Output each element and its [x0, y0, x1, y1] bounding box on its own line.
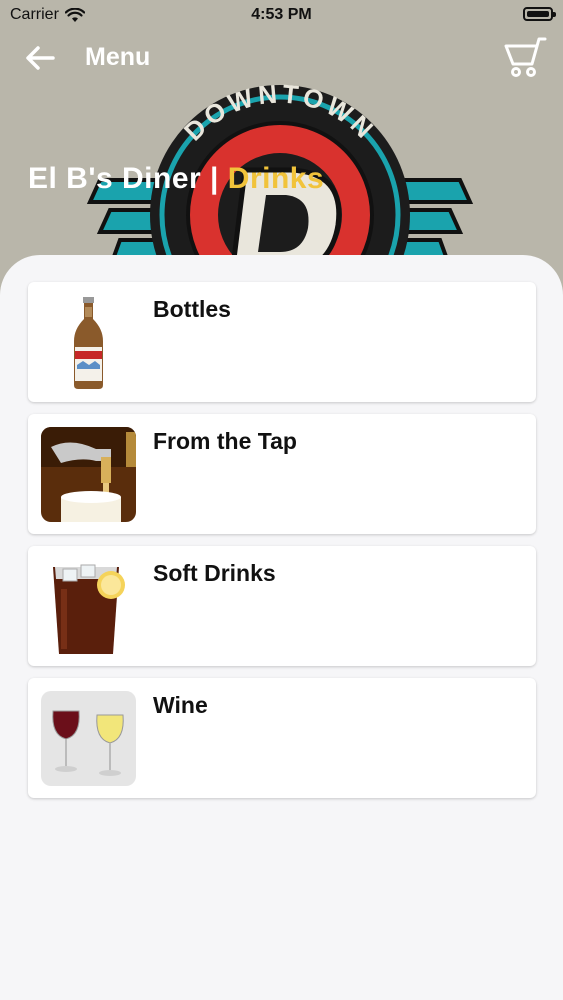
title-separator: |: [210, 162, 219, 195]
soft-drinks-thumbnail: [41, 559, 136, 654]
category-card-wine[interactable]: Wine: [28, 678, 536, 798]
arrow-left-icon: [26, 46, 55, 70]
wine-thumbnail: [41, 691, 136, 786]
top-nav: Menu: [0, 36, 563, 80]
category-card-from-the-tap[interactable]: From the Tap: [28, 414, 536, 534]
status-time: 4:53 PM: [251, 6, 312, 23]
shopping-cart-icon: [504, 37, 547, 77]
back-button[interactable]: [20, 38, 60, 78]
category-card-soft-drinks[interactable]: Soft Drinks: [28, 546, 536, 666]
nav-title: Menu: [85, 43, 151, 71]
status-bar: Carrier 4:53 PM: [0, 0, 563, 30]
category-list: Bottles From the Tap Soft Drinks Wine: [28, 282, 536, 810]
category-label: From the Tap: [153, 428, 297, 454]
category-label: Soft Drinks: [153, 560, 276, 586]
category-label: Wine: [153, 692, 208, 718]
cart-button[interactable]: [501, 36, 549, 80]
category-card-bottles[interactable]: Bottles: [28, 282, 536, 402]
category-label: Bottles: [153, 296, 231, 322]
venue-title: El B's Diner | Drinks: [28, 162, 324, 196]
tap-thumbnail: [41, 427, 136, 522]
battery-icon: [523, 7, 556, 21]
venue-name: El B's Diner: [28, 162, 202, 195]
bottles-thumbnail: [41, 295, 136, 390]
section-name: Drinks: [227, 162, 325, 195]
